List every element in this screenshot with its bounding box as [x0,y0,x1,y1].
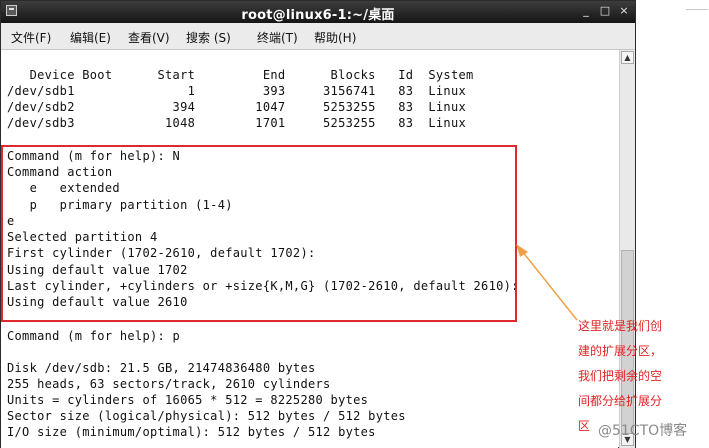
menu-help[interactable]: 帮助(H) [314,29,356,46]
menu-terminal[interactable]: 终端(T) [257,29,298,46]
terminal-line: 255 heads, 63 sectors/track, 2610 cylind… [7,377,331,391]
terminal-line: I/O size (minimum/optimal): 512 bytes / … [7,425,376,439]
terminal-line: Disk /dev/sdb: 21.5 GB, 21474836480 byte… [7,361,316,375]
partition-row-sdb2: /dev/sdb2 394 1047 5253255 83 Linux [7,100,467,114]
terminal-line: Sector size (logical/physical): 512 byte… [7,409,406,423]
edge-fragment [686,0,708,10]
annotation-line: 我们把剩余的空 [578,369,663,383]
scroll-up-arrow-icon[interactable]: ▲ [621,51,634,64]
close-button[interactable]: × [617,4,631,18]
title-bar[interactable]: root@linux6-1:~/桌面 _ □ × [1,1,635,23]
window-title: root@linux6-1:~/桌面 [241,8,395,23]
watermark: @51CTO博客 [598,423,688,439]
partition-row-sdb1: /dev/sdb1 1 393 3156741 83 Linux [7,84,467,98]
annotation-line: 建的扩展分区， [578,344,663,358]
partition-table-header: Device Boot Start End Blocks Id System [7,68,474,82]
menu-file[interactable]: 文件(F) [11,29,51,46]
menu-view[interactable]: 查看(V) [128,29,170,46]
terminal-line: Command (m for help): p [7,329,181,343]
highlight-box [1,145,517,322]
menu-edit[interactable]: 编辑(E) [70,29,111,46]
terminal-line: Units = cylinders of 16065 * 512 = 82252… [7,393,369,407]
annotation-line: 间都分给扩展分 [578,394,663,408]
partition-row-sdb3: /dev/sdb3 1048 1701 5253255 83 Linux [7,116,467,130]
menu-search[interactable]: 搜索 (S) [186,29,231,46]
maximize-button[interactable]: □ [598,4,612,18]
menu-bar: 文件(F) 编辑(E) 查看(V) 搜索 (S) 终端(T) 帮助(H) [1,23,635,50]
minimize-button[interactable]: _ [579,4,593,18]
annotation-line: 这里就是我们创 [578,319,663,333]
